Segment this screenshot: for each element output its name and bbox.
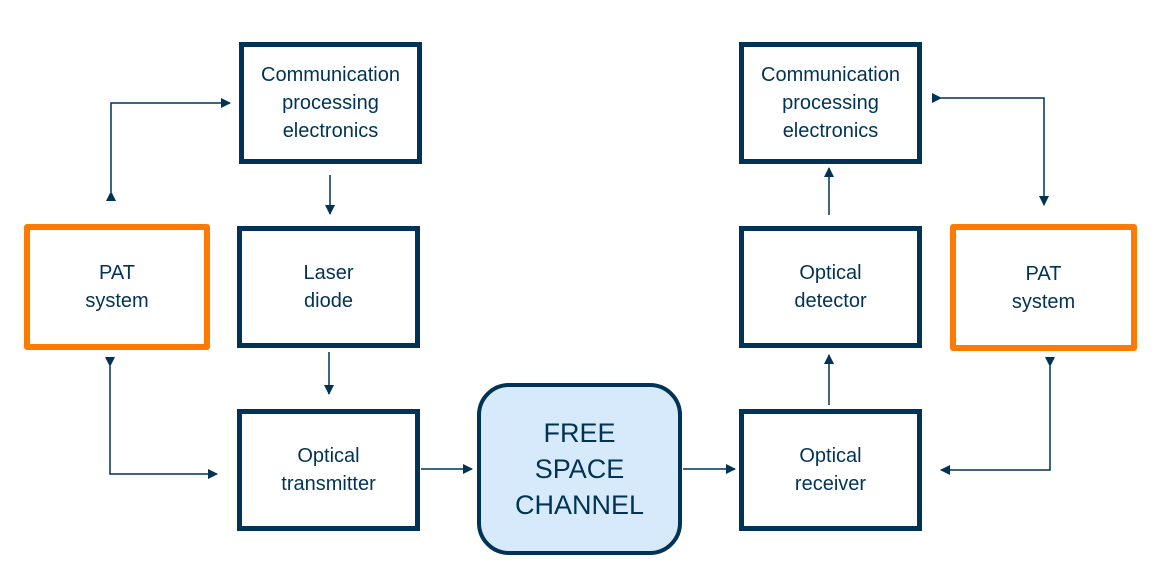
laser-diode-box: Laser diode xyxy=(237,226,420,348)
tx-comm-label: Communication processing electronics xyxy=(261,64,400,142)
arrow-pat-rx-right xyxy=(940,357,1055,475)
optical-detector-box: Optical detector xyxy=(739,226,922,348)
arrow-pat-comm-right xyxy=(932,93,1049,206)
optical-transmitter-label: Optical transmitter xyxy=(281,445,376,495)
optical-receiver-label: Optical receiver xyxy=(794,445,867,495)
rx-comm-label: Communication processing electronics xyxy=(761,64,900,142)
rx-pat-system-box: PAT system xyxy=(950,224,1137,351)
tx-comm-processing-box: Communication processing electronics xyxy=(239,42,422,164)
free-space-channel-box: FREE SPACE CHANNEL xyxy=(477,383,682,555)
rx-comm-processing-box: Communication processing electronics xyxy=(739,42,922,164)
optical-detector-label: Optical detector xyxy=(794,262,867,312)
arrow-pat-tx-left xyxy=(105,357,218,479)
tx-pat-system-box: PAT system xyxy=(24,224,210,350)
fso-block-diagram: Communication processing electronics Las… xyxy=(0,0,1164,577)
optical-receiver-box: Optical receiver xyxy=(739,409,922,531)
free-space-channel-label: FREE SPACE CHANNEL xyxy=(514,418,645,520)
optical-transmitter-box: Optical transmitter xyxy=(237,409,420,531)
laser-diode-label: Laser diode xyxy=(303,262,354,312)
arrow-pat-comm-left xyxy=(106,98,231,201)
rx-pat-label: PAT system xyxy=(1011,262,1076,313)
tx-pat-label: PAT system xyxy=(85,262,149,312)
